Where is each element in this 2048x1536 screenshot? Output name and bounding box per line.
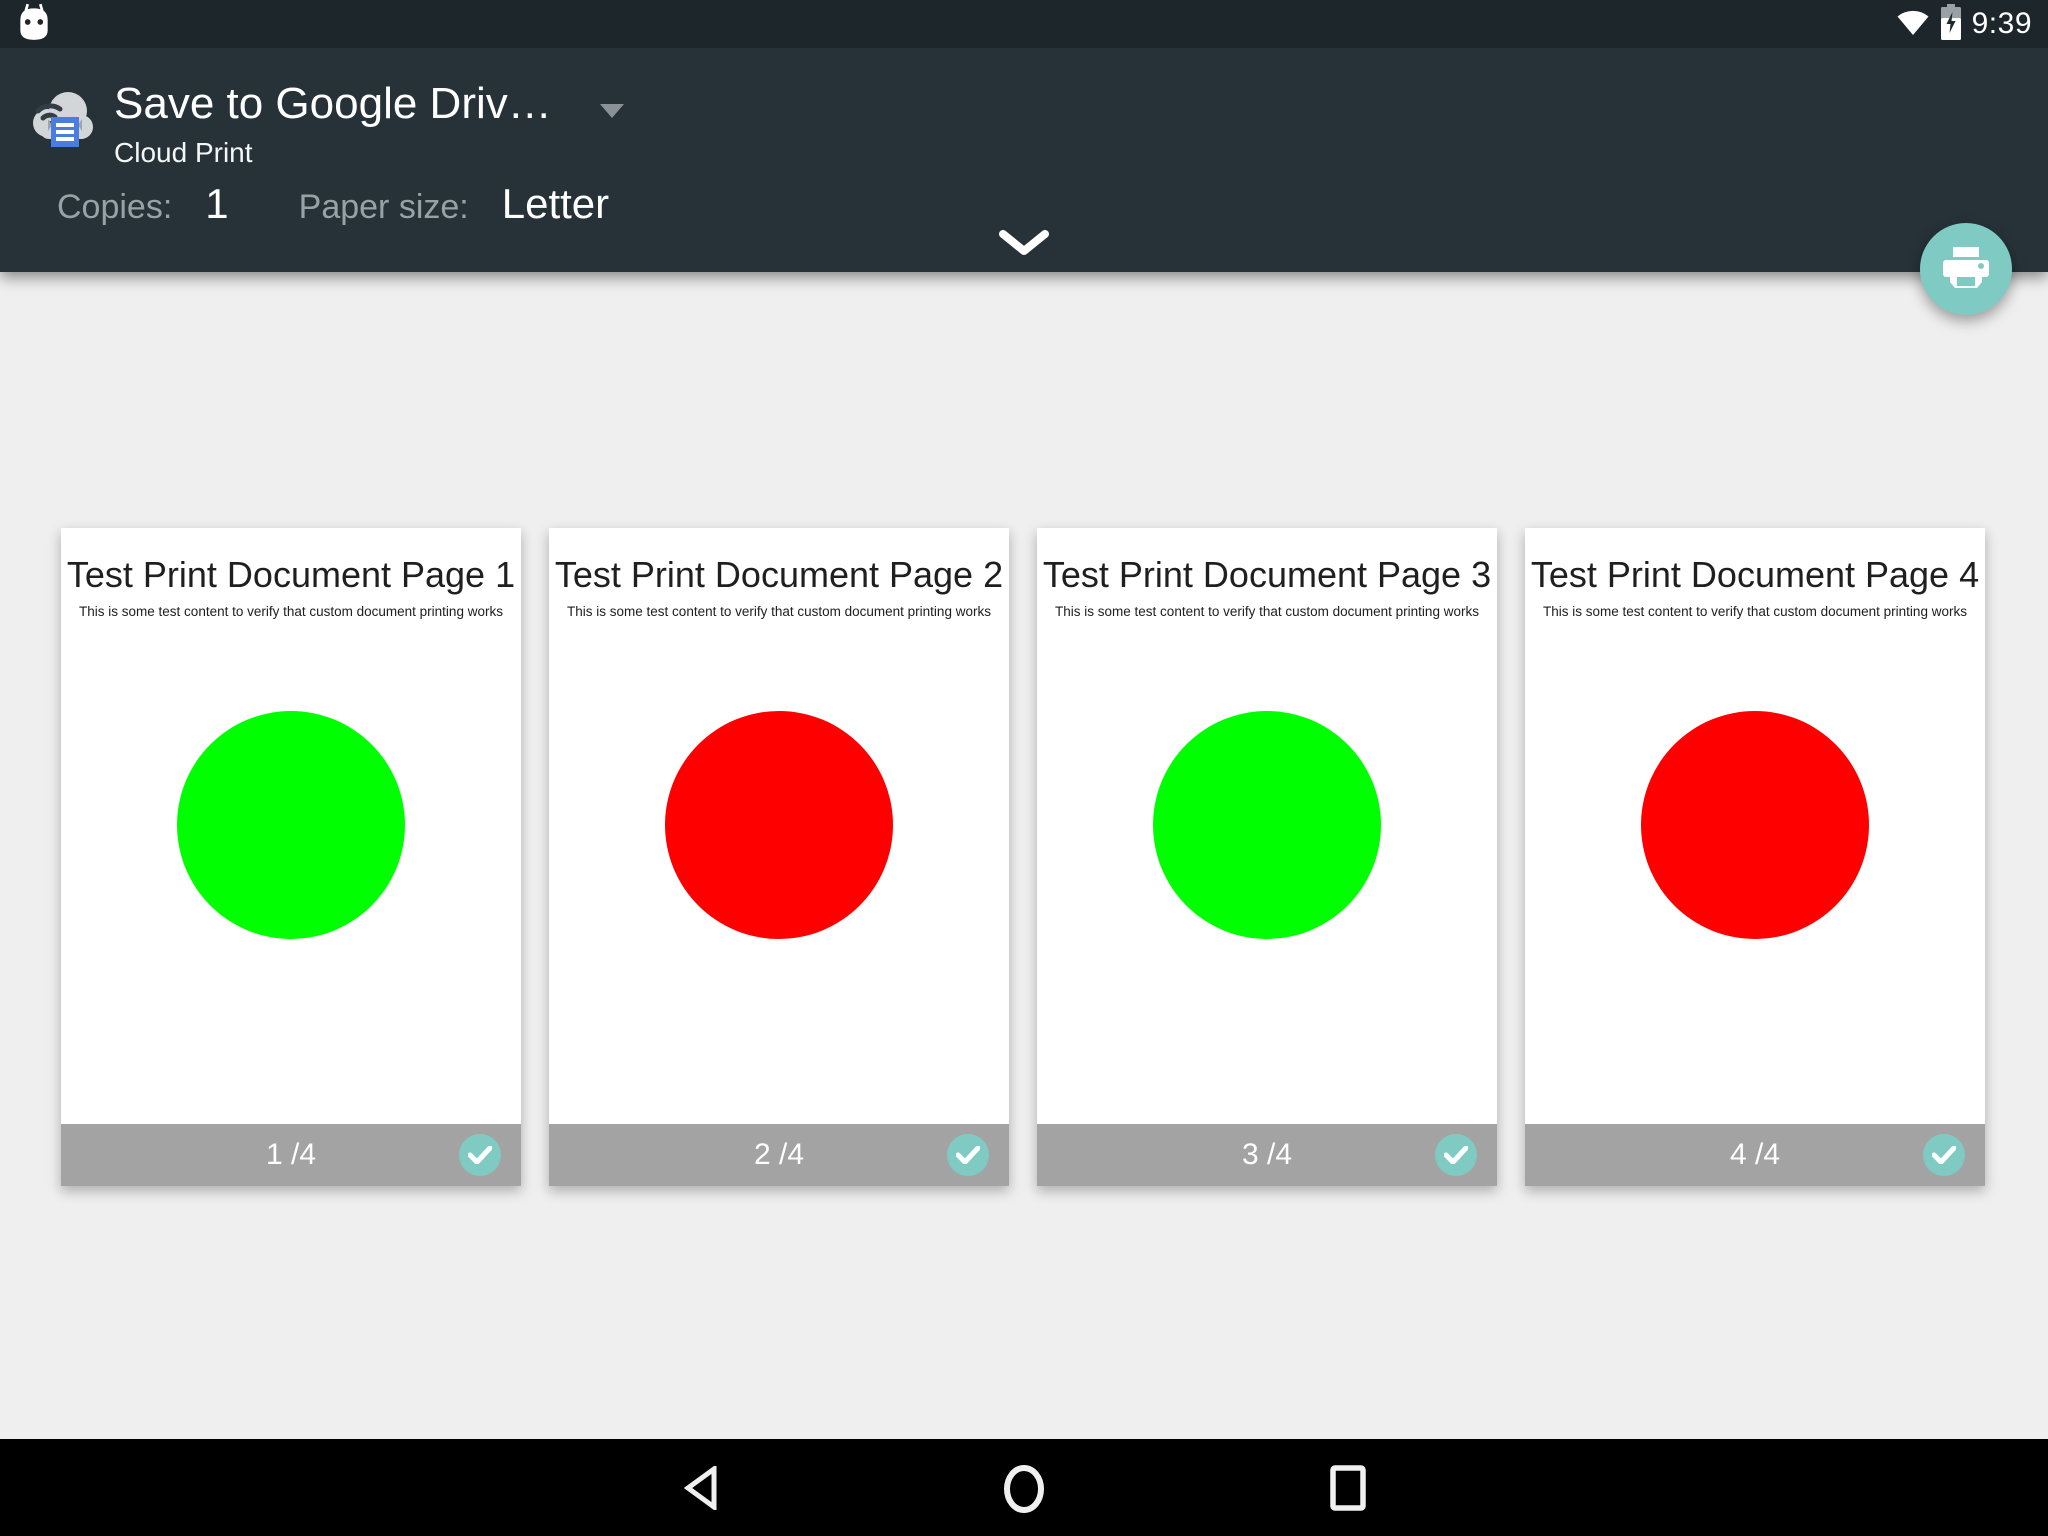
cloud-print-icon [28,85,96,156]
printer-icon [1943,247,1989,292]
destination-subtitle: Cloud Print [114,137,624,169]
print-preview-screen: 9:39 [0,0,2048,1536]
home-button[interactable] [1002,1463,1046,1518]
page-graphic-circle [665,711,893,939]
wifi-icon [1896,8,1930,41]
page-selected-check-icon[interactable] [1923,1134,1965,1176]
expand-options-button[interactable] [998,230,1050,260]
preview-area: Test Print Document Page 1 This is some … [0,272,2048,1439]
page-card-1[interactable]: Test Print Document Page 1 This is some … [61,528,521,1186]
chevron-down-icon [999,230,1049,261]
page-footer: 4 /4 [1525,1124,1985,1186]
copies-value[interactable]: 1 [205,180,228,228]
page-title: Test Print Document Page 1 [61,554,521,596]
page-selected-check-icon[interactable] [1435,1134,1477,1176]
page-footer: 3 /4 [1037,1124,1497,1186]
android-robot-icon [16,1,52,48]
page-title: Test Print Document Page 4 [1525,554,1985,596]
page-number: 1 /4 [266,1138,316,1172]
back-icon [683,1498,719,1513]
status-bar: 9:39 [0,0,2048,48]
page-card-3[interactable]: Test Print Document Page 3 This is some … [1037,528,1497,1186]
copies-label: Copies: [57,188,172,227]
page-footer: 1 /4 [61,1124,521,1186]
paper-size-value[interactable]: Letter [502,180,609,228]
page-number: 4 /4 [1730,1138,1780,1172]
destination-selector[interactable]: Save to Google Driv… Cloud Print [28,85,624,169]
destination-name: Save to Google Driv… [114,79,552,129]
page-number: 2 /4 [754,1138,804,1172]
page-number: 3 /4 [1242,1138,1292,1172]
page-selected-check-icon[interactable] [459,1134,501,1176]
page-selected-check-icon[interactable] [947,1134,989,1176]
print-options-header: Save to Google Driv… Cloud Print Copies:… [0,48,2048,272]
page-title: Test Print Document Page 2 [549,554,1009,596]
paper-size-label: Paper size: [299,188,469,227]
back-button[interactable] [683,1466,719,1513]
dropdown-caret-icon [600,104,624,118]
navigation-bar [0,1439,2048,1536]
page-body-text: This is some test content to verify that… [1525,604,1985,619]
page-footer: 2 /4 [549,1124,1009,1186]
recents-button[interactable] [1329,1465,1367,1514]
recents-icon [1329,1499,1367,1514]
page-body-text: This is some test content to verify that… [1037,604,1497,619]
page-card-4[interactable]: Test Print Document Page 4 This is some … [1525,528,1985,1186]
page-card-2[interactable]: Test Print Document Page 2 This is some … [549,528,1009,1186]
page-graphic-circle [177,711,405,939]
page-graphic-circle [1641,711,1869,939]
print-button[interactable] [1920,223,2012,315]
page-graphic-circle [1153,711,1381,939]
home-icon [1002,1503,1046,1518]
page-title: Test Print Document Page 3 [1037,554,1497,596]
page-body-text: This is some test content to verify that… [549,604,1009,619]
page-body-text: This is some test content to verify that… [61,604,521,619]
status-time: 9:39 [1972,7,2032,41]
battery-charging-icon [1940,4,1962,45]
print-options-summary[interactable]: Copies: 1 Paper size: Letter [57,180,609,228]
